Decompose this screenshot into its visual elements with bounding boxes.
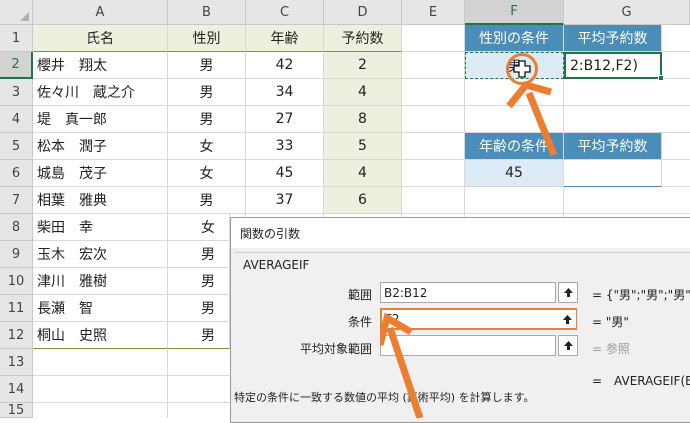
column-header-e[interactable]: E [402,0,465,25]
cell-b11[interactable]: 男 [168,295,230,322]
cell-c7[interactable]: 37 [246,187,324,214]
fill-handle[interactable] [658,75,664,81]
formula-result: = AVERAGEIF(B2 [592,374,690,388]
arg-avg-result: = 参照 [592,342,630,356]
cell-g1[interactable]: 平均予約数 [564,25,662,52]
collapse-dialog-icon[interactable] [558,335,578,356]
cell-b6[interactable]: 女 [168,160,246,187]
row-header-8[interactable]: 8 [0,214,33,241]
row-header-6[interactable]: 6 [0,160,33,187]
row-header-7[interactable]: 7 [0,187,33,214]
cell-b5[interactable]: 女 [168,133,246,160]
cell-b10[interactable]: 男 [168,268,230,295]
row-header-9[interactable]: 9 [0,241,33,268]
column-header-a[interactable]: A [33,0,168,25]
row-header-12[interactable]: 12 [0,322,33,349]
cell-a11[interactable]: 長瀬 智 [33,295,168,322]
column-header-c[interactable]: C [246,0,324,25]
cell-c5[interactable]: 33 [246,133,324,160]
cell-a10[interactable]: 津川 雅樹 [33,268,168,295]
cell-g6[interactable] [564,160,662,187]
row-header-14[interactable]: 14 [0,376,33,403]
row-header-11[interactable]: 11 [0,295,33,322]
cell-g2-editing[interactable]: 2:B12,F2) [564,52,662,79]
collapse-dialog-icon[interactable] [558,282,578,303]
select-all-corner[interactable] [0,0,33,25]
row-header-1[interactable]: 1 [0,25,33,52]
cell-d1[interactable]: 予約数 [324,25,402,52]
cell-c4[interactable]: 27 [246,106,324,133]
collapse-dialog-icon[interactable] [558,310,576,328]
select-all-triangle-icon [20,12,29,21]
cell-a9[interactable]: 玉木 宏次 [33,241,168,268]
row-header-10[interactable]: 10 [0,268,33,295]
cell-a4[interactable]: 堤 真一郎 [33,106,168,133]
cell-c1[interactable]: 年齢 [246,25,324,52]
arg-avg-label: 平均対象範囲 [299,342,372,356]
cell-c3[interactable]: 34 [246,79,324,106]
cell-c2[interactable]: 42 [246,52,324,79]
cell-a8[interactable]: 柴田 幸 [33,214,168,241]
column-header-g[interactable]: G [564,0,690,25]
function-name: AVERAGEIF [243,258,310,272]
cell-b9[interactable]: 男 [168,241,230,268]
row-header-15[interactable]: 15 [0,403,33,418]
cell-a3[interactable]: 佐々川 蔵之介 [33,79,168,106]
row-header-2[interactable]: 2 [0,52,33,79]
cell-b7[interactable]: 男 [168,187,246,214]
cell-a6[interactable]: 城島 茂子 [33,160,168,187]
dialog-title: 関数の引数 [240,227,301,241]
row-header-13[interactable]: 13 [0,349,33,376]
row-header-5[interactable]: 5 [0,133,33,160]
column-header-f[interactable]: F [465,0,564,25]
row-header-4[interactable]: 4 [0,106,33,133]
cell-b8[interactable]: 女 [168,214,230,241]
cell-a12[interactable]: 桐山 史照 [33,322,168,349]
column-header-d[interactable]: D [324,0,402,25]
arg-criteria-result: = "男" [592,315,629,329]
arg-range-result: = {"男";"男";"男" [592,288,690,302]
cell-b12[interactable]: 男 [168,322,230,349]
cell-b2[interactable]: 男 [168,52,246,79]
arrow-to-f2-icon [525,91,558,157]
cell-b1[interactable]: 性別 [168,25,246,52]
cell-a7[interactable]: 相葉 雅典 [33,187,168,214]
arg-criteria-label: 条件 [347,315,372,329]
cell-b3[interactable]: 男 [168,79,246,106]
cell-c6[interactable]: 45 [246,160,324,187]
cell-a2[interactable]: 櫻井 翔太 [33,52,168,79]
cell-a1[interactable]: 氏名 [33,25,168,52]
row-header-3[interactable]: 3 [0,79,33,106]
annotation-arrows [380,81,558,418]
cell-b4[interactable]: 男 [168,106,246,133]
arrow-to-criteria-icon [386,326,424,418]
cell-a5[interactable]: 松本 潤子 [33,133,168,160]
column-header-b[interactable]: B [168,0,246,25]
cell-f1[interactable]: 性別の条件 [465,25,564,52]
cell-g5[interactable]: 平均予約数 [564,133,662,160]
arg-range-label: 範囲 [347,288,372,302]
